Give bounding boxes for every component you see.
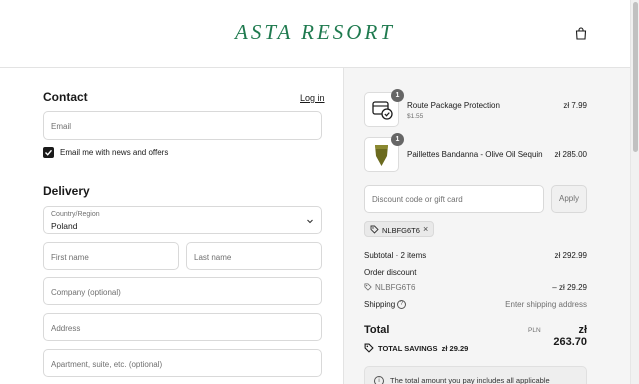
- tax-info-text: The total amount you pay includes all ap…: [390, 376, 550, 384]
- applied-code-label: NLBFG6T6: [382, 226, 420, 235]
- store-logo[interactable]: ASTA RESORT: [0, 20, 630, 45]
- last-name-placeholder: Last name: [194, 253, 232, 262]
- shipping-label: Shipping: [364, 300, 396, 309]
- email-field[interactable]: Email: [43, 111, 322, 140]
- apartment-field[interactable]: Apartment, suite, etc. (optional): [43, 349, 322, 377]
- tax-info-notice: i The total amount you pay includes all …: [364, 366, 587, 384]
- checkmark-icon: [45, 149, 53, 156]
- delivery-heading: Delivery: [43, 184, 90, 198]
- info-icon: i: [374, 376, 384, 384]
- quantity-badge: 1: [391, 89, 404, 102]
- contact-heading: Contact: [43, 90, 88, 104]
- header: ASTA RESORT: [0, 0, 630, 68]
- login-link[interactable]: Log in: [300, 93, 325, 103]
- discount-placeholder: Discount code or gift card: [372, 195, 463, 204]
- remove-discount-icon[interactable]: ×: [423, 224, 428, 234]
- apply-button[interactable]: Apply: [551, 185, 587, 213]
- tag-icon: [370, 225, 379, 234]
- shipping-value: Enter shipping address: [505, 300, 587, 309]
- discount-code-field[interactable]: Discount code or gift card: [364, 185, 544, 213]
- shopping-bag-icon[interactable]: [575, 27, 587, 40]
- last-name-field[interactable]: Last name: [186, 242, 322, 270]
- total-savings-label: TOTAL SAVINGS zł 29.29: [378, 344, 469, 353]
- applied-discount-tag: NLBFG6T6 ×: [364, 221, 434, 237]
- address-placeholder: Address: [51, 324, 81, 333]
- quantity-badge: 1: [391, 133, 404, 146]
- email-placeholder: Email: [51, 122, 72, 131]
- address-field[interactable]: Address: [43, 313, 322, 341]
- total-value: zł 263.70: [553, 324, 587, 348]
- company-field[interactable]: Company (optional): [43, 277, 322, 305]
- help-icon[interactable]: ?: [397, 300, 406, 309]
- item-subtitle: $1.55: [407, 113, 424, 120]
- order-discount-code: NLBFG6T6: [375, 283, 416, 292]
- item-price: zł 7.99: [563, 101, 587, 110]
- newsletter-checkbox[interactable]: [43, 147, 54, 158]
- newsletter-label: Email me with news and offers: [60, 148, 169, 157]
- company-placeholder: Company (optional): [51, 288, 121, 297]
- country-label: Country/Region: [51, 211, 100, 218]
- total-label: Total: [364, 324, 390, 336]
- item-name: Route Package Protection: [407, 101, 500, 110]
- first-name-placeholder: First name: [51, 253, 89, 262]
- item-price: zł 285.00: [554, 150, 587, 159]
- scrollbar-thumb[interactable]: [633, 2, 638, 152]
- order-discount-value: – zł 29.29: [552, 283, 587, 292]
- item-name: Paillettes Bandanna - Olive Oil Sequin: [407, 150, 543, 159]
- chevron-down-icon: [307, 219, 313, 224]
- tag-icon: [364, 343, 374, 353]
- currency-code: PLN: [528, 327, 541, 334]
- country-value: Poland: [51, 221, 78, 231]
- first-name-field[interactable]: First name: [43, 242, 179, 270]
- subtotal-label: Subtotal · 2 items: [364, 251, 427, 260]
- tag-icon: [364, 283, 372, 291]
- order-discount-label: Order discount: [364, 268, 417, 277]
- country-select[interactable]: Country/Region Poland: [43, 206, 322, 234]
- apartment-placeholder: Apartment, suite, etc. (optional): [51, 360, 163, 369]
- subtotal-value: zł 292.99: [554, 251, 587, 260]
- page-scrollbar[interactable]: [630, 0, 639, 384]
